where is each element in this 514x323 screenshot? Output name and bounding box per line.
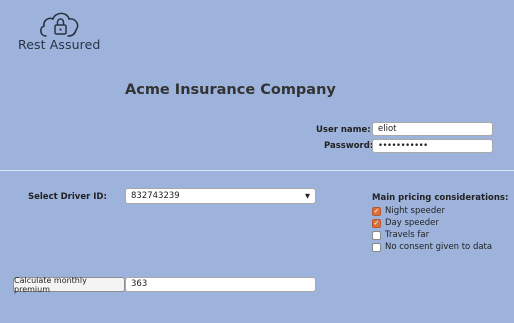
checkbox-icon[interactable]	[372, 242, 381, 252]
checkbox-icon[interactable]: ✓	[372, 206, 381, 216]
checkbox-icon[interactable]	[372, 230, 381, 240]
checkbox-travels-far[interactable]: Travels far	[372, 230, 429, 240]
password-field[interactable]: •••••••••••	[372, 139, 493, 153]
username-field[interactable]: eliot	[372, 122, 493, 136]
checkbox-day-speeder[interactable]: ✓ Day speeder	[372, 218, 439, 228]
cloud-lock-icon	[38, 8, 82, 38]
divider	[0, 170, 514, 171]
username-label: User name:	[316, 125, 371, 135]
chevron-down-icon[interactable]: ▼	[305, 192, 310, 201]
driver-id-label: Select Driver ID:	[28, 192, 107, 202]
checkbox-label: Night speeder	[385, 206, 445, 216]
checkbox-label: Day speeder	[385, 218, 439, 228]
checkbox-no-consent[interactable]: No consent given to data	[372, 242, 492, 252]
checkbox-icon[interactable]: ✓	[372, 218, 381, 228]
checkbox-label: Travels far	[385, 230, 430, 240]
logo-text: Rest Assured	[18, 37, 101, 52]
password-label: Password:	[324, 141, 374, 151]
premium-value-field[interactable]: 363	[125, 277, 316, 292]
calculate-premium-button[interactable]: Calculate monthly premium	[13, 276, 125, 294]
checkbox-night-speeder[interactable]: ✓ Night speeder	[372, 206, 445, 216]
page-title: Acme Insurance Company	[125, 82, 336, 98]
driver-id-value: 832743239	[131, 190, 180, 201]
checkbox-label: No consent given to data	[385, 242, 493, 252]
pricing-title: Main pricing considerations:	[372, 193, 509, 203]
driver-id-select[interactable]: 832743239 ▼	[125, 188, 316, 204]
